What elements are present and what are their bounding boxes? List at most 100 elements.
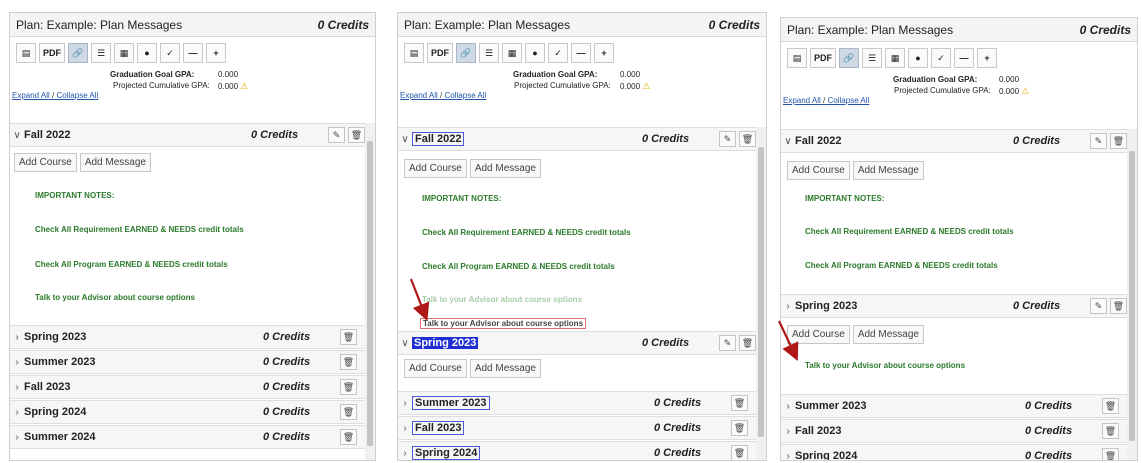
list-icon[interactable]: ☰ bbox=[862, 48, 882, 68]
trash-icon[interactable]: 🗑 bbox=[1110, 298, 1127, 314]
trash-icon[interactable]: 🗑 bbox=[739, 335, 756, 351]
trash-icon[interactable]: 🗑 bbox=[731, 420, 748, 436]
chevron-right-icon[interactable]: › bbox=[10, 432, 24, 443]
scrollbar[interactable] bbox=[365, 123, 375, 460]
chevron-right-icon[interactable]: › bbox=[10, 382, 24, 393]
scrollbar-thumb[interactable] bbox=[758, 147, 764, 437]
note-check-program[interactable]: Check All Program EARNED & NEEDS credit … bbox=[422, 262, 615, 271]
collapse-all-link[interactable]: Collapse All bbox=[57, 91, 99, 100]
collapse-all-link[interactable]: Collapse All bbox=[445, 91, 487, 100]
calculator-icon[interactable]: ▦ bbox=[885, 48, 905, 68]
term-summer-2023[interactable]: › Summer 2023 0 Credits 🗑 bbox=[781, 394, 1127, 418]
database-icon[interactable]: ▤ bbox=[16, 43, 36, 63]
chevron-right-icon[interactable]: › bbox=[10, 332, 24, 343]
collapse-all-link[interactable]: Collapse All bbox=[828, 96, 870, 105]
edit-icon[interactable]: ✎ bbox=[328, 127, 345, 143]
chevron-right-icon[interactable]: › bbox=[398, 423, 412, 434]
trash-icon[interactable]: 🗑 bbox=[1102, 423, 1119, 439]
term-spring-2023[interactable]: ∨ Spring 2023 0 Credits ✎ 🗑 bbox=[398, 331, 756, 355]
term-fall-2023[interactable]: › Fall 2023 0 Credits 🗑 bbox=[781, 419, 1127, 443]
add-message-button[interactable]: Add Message bbox=[469, 359, 541, 378]
note-check-program[interactable]: Check All Program EARNED & NEEDS credit … bbox=[805, 261, 998, 270]
term-summer-2023[interactable]: › Summer 2023 0 Credits 🗑 bbox=[10, 350, 365, 374]
trash-icon[interactable]: 🗑 bbox=[731, 445, 748, 460]
pdf-button[interactable]: PDF bbox=[810, 48, 836, 68]
note-important[interactable]: IMPORTANT NOTES: bbox=[35, 191, 114, 200]
add-message-button[interactable]: Add Message bbox=[79, 153, 151, 172]
trash-icon[interactable]: 🗑 bbox=[340, 404, 357, 420]
term-fall-2022[interactable]: ∨ Fall 2022 0 Credits ✎ 🗑 bbox=[398, 127, 756, 151]
trash-icon[interactable]: 🗑 bbox=[1102, 448, 1119, 460]
add-message-button[interactable]: Add Message bbox=[469, 159, 541, 178]
list-icon[interactable]: ☰ bbox=[479, 43, 499, 63]
note-important[interactable]: IMPORTANT NOTES: bbox=[805, 194, 884, 203]
edit-icon[interactable]: ✎ bbox=[719, 131, 736, 147]
note-advisor[interactable]: Talk to your Advisor about course option… bbox=[805, 361, 965, 370]
add-course-button[interactable]: Add Course bbox=[404, 359, 467, 378]
minus-icon[interactable]: — bbox=[954, 48, 974, 68]
term-spring-2023[interactable]: › Spring 2023 0 Credits ✎ 🗑 bbox=[781, 294, 1127, 318]
expand-all-link[interactable]: Expand All bbox=[12, 91, 50, 100]
term-fall-2023[interactable]: › Fall 2023 0 Credits 🗑 bbox=[10, 375, 365, 399]
comment-icon[interactable]: ● bbox=[137, 43, 157, 63]
link-icon[interactable]: 🔗 bbox=[68, 43, 88, 63]
chevron-right-icon[interactable]: › bbox=[10, 407, 24, 418]
term-spring-2024[interactable]: › Spring 2024 0 Credits 🗑 bbox=[398, 441, 756, 460]
expand-all-link[interactable]: Expand All bbox=[400, 91, 438, 100]
trash-icon[interactable]: 🗑 bbox=[731, 395, 748, 411]
chevron-right-icon[interactable]: › bbox=[781, 401, 795, 412]
term-fall-2022[interactable]: ∨ Fall 2022 0 Credits ✎ 🗑 bbox=[781, 129, 1127, 153]
add-course-button[interactable]: Add Course bbox=[14, 153, 77, 172]
scrollbar-thumb[interactable] bbox=[367, 141, 373, 446]
term-summer-2023[interactable]: › Summer 2023 0 Credits 🗑 bbox=[398, 391, 756, 415]
term-fall-2023[interactable]: › Fall 2023 0 Credits 🗑 bbox=[398, 416, 756, 440]
add-course-button[interactable]: Add Course bbox=[787, 161, 850, 180]
term-fall-2022[interactable]: ∨ Fall 2022 0 Credits ✎ 🗑 bbox=[10, 123, 365, 147]
chevron-down-icon[interactable]: ∨ bbox=[781, 136, 795, 147]
scrollbar[interactable] bbox=[1127, 129, 1137, 460]
plus-icon[interactable]: + bbox=[594, 43, 614, 63]
plus-icon[interactable]: + bbox=[206, 43, 226, 63]
term-spring-2023[interactable]: › Spring 2023 0 Credits 🗑 bbox=[10, 325, 365, 349]
trash-icon[interactable]: 🗑 bbox=[1102, 398, 1119, 414]
add-course-button[interactable]: Add Course bbox=[404, 159, 467, 178]
list-icon[interactable]: ☰ bbox=[91, 43, 111, 63]
check-icon[interactable]: ✓ bbox=[931, 48, 951, 68]
chevron-right-icon[interactable]: › bbox=[10, 357, 24, 368]
note-check-requirement[interactable]: Check All Requirement EARNED & NEEDS cre… bbox=[35, 225, 244, 234]
chevron-down-icon[interactable]: ∨ bbox=[398, 338, 412, 349]
note-check-requirement[interactable]: Check All Requirement EARNED & NEEDS cre… bbox=[805, 227, 1014, 236]
edit-icon[interactable]: ✎ bbox=[719, 335, 736, 351]
note-check-program[interactable]: Check All Program EARNED & NEEDS credit … bbox=[35, 260, 228, 269]
database-icon[interactable]: ▤ bbox=[787, 48, 807, 68]
expand-all-link[interactable]: Expand All bbox=[783, 96, 821, 105]
trash-icon[interactable]: 🗑 bbox=[340, 354, 357, 370]
trash-icon[interactable]: 🗑 bbox=[340, 329, 357, 345]
minus-icon[interactable]: — bbox=[571, 43, 591, 63]
add-message-button[interactable]: Add Message bbox=[852, 161, 924, 180]
link-icon[interactable]: 🔗 bbox=[839, 48, 859, 68]
note-important[interactable]: IMPORTANT NOTES: bbox=[422, 194, 501, 203]
chevron-right-icon[interactable]: › bbox=[398, 448, 412, 459]
chevron-right-icon[interactable]: › bbox=[781, 301, 795, 312]
note-check-requirement[interactable]: Check All Requirement EARNED & NEEDS cre… bbox=[422, 228, 631, 237]
term-spring-2024[interactable]: › Spring 2024 0 Credits 🗑 bbox=[10, 400, 365, 424]
chevron-down-icon[interactable]: ∨ bbox=[10, 130, 24, 141]
database-icon[interactable]: ▤ bbox=[404, 43, 424, 63]
check-icon[interactable]: ✓ bbox=[160, 43, 180, 63]
chevron-right-icon[interactable]: › bbox=[398, 398, 412, 409]
trash-icon[interactable]: 🗑 bbox=[1110, 133, 1127, 149]
comment-icon[interactable]: ● bbox=[525, 43, 545, 63]
calculator-icon[interactable]: ▦ bbox=[502, 43, 522, 63]
trash-icon[interactable]: 🗑 bbox=[348, 127, 365, 143]
edit-icon[interactable]: ✎ bbox=[1090, 298, 1107, 314]
scrollbar[interactable] bbox=[756, 127, 766, 460]
minus-icon[interactable]: — bbox=[183, 43, 203, 63]
plus-icon[interactable]: + bbox=[977, 48, 997, 68]
link-icon[interactable]: 🔗 bbox=[456, 43, 476, 63]
comment-icon[interactable]: ● bbox=[908, 48, 928, 68]
term-spring-2024[interactable]: › Spring 2024 0 Credits 🗑 bbox=[781, 444, 1127, 460]
trash-icon[interactable]: 🗑 bbox=[340, 379, 357, 395]
note-advisor[interactable]: Talk to your Advisor about course option… bbox=[35, 293, 195, 302]
pdf-button[interactable]: PDF bbox=[39, 43, 65, 63]
